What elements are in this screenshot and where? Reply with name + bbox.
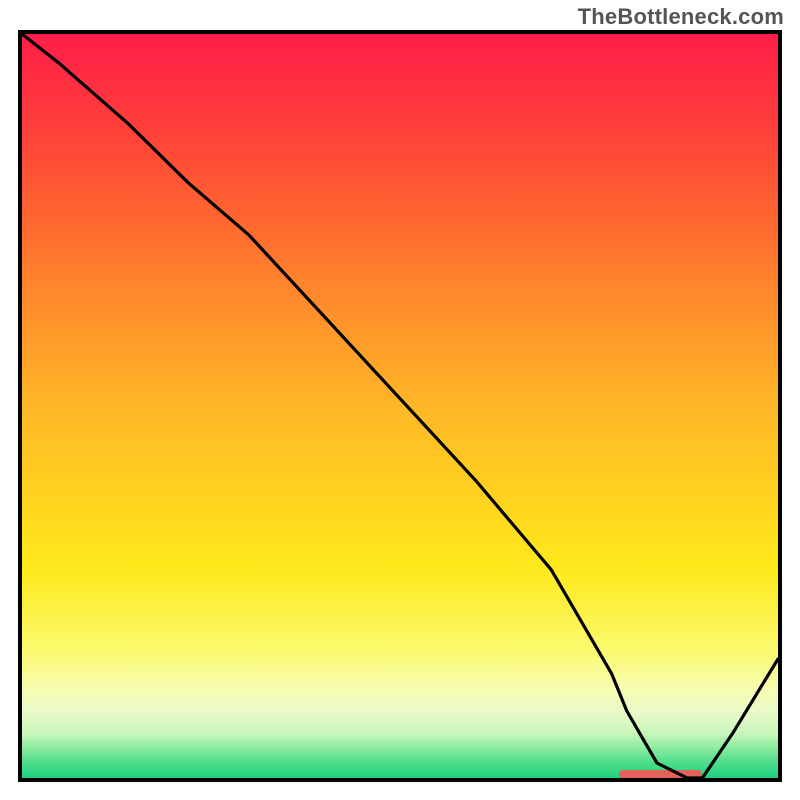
chart-root: TheBottleneck.com [0,0,800,800]
curve-svg [22,34,778,778]
watermark-text: TheBottleneck.com [578,4,784,30]
curve-line [22,34,778,778]
plot-area [18,30,782,782]
